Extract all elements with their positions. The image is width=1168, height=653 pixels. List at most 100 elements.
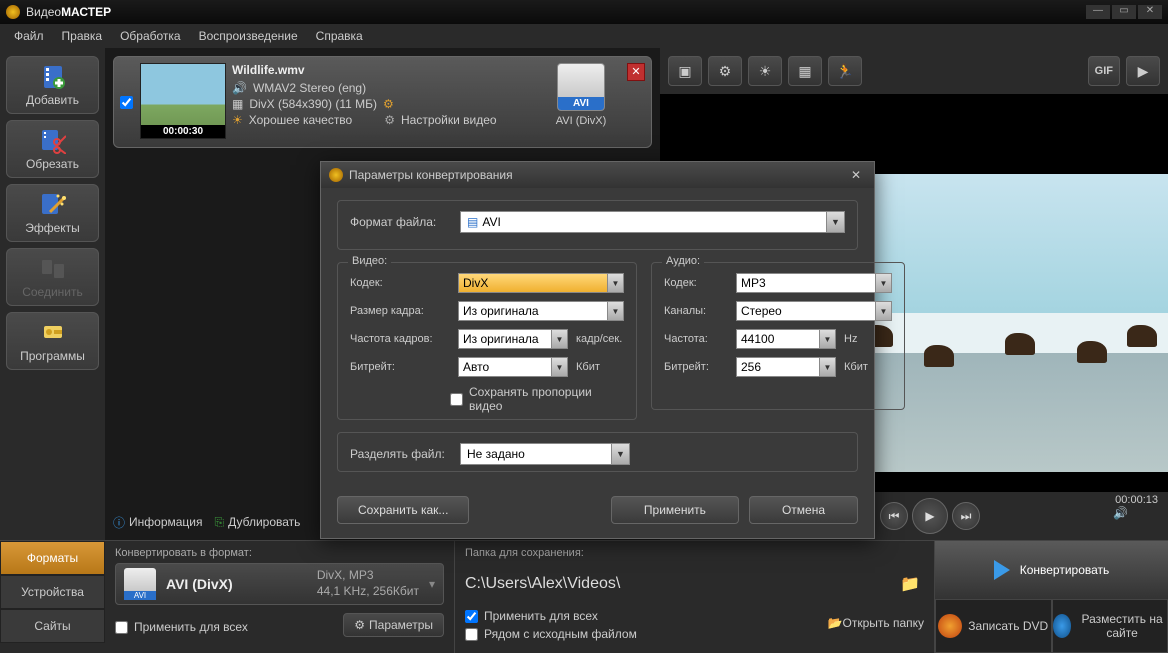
gear-icon: ⚙ — [354, 618, 365, 632]
speed-tool-button[interactable]: 🏃 — [828, 56, 862, 86]
video-fps-select[interactable]: Из оригинала▼ — [458, 329, 568, 349]
split-select[interactable]: Не задано▼ — [460, 443, 630, 465]
gear-icon: ⚙ — [384, 113, 395, 127]
dialog-titlebar[interactable]: Параметры конвертирования ✕ — [321, 162, 874, 188]
video-icon: ▦ — [232, 97, 243, 111]
menu-file[interactable]: Файл — [6, 27, 52, 45]
dialog-logo-icon — [329, 168, 343, 182]
audio-codec-select[interactable]: MP3▼ — [736, 273, 892, 293]
convert-params-dialog: Параметры конвертирования ✕ Формат файла… — [320, 161, 875, 539]
format-tabs: Форматы Устройства Сайты — [0, 541, 105, 653]
tab-formats[interactable]: Форматы — [0, 541, 105, 575]
file-settings-link[interactable]: Настройки видео — [401, 113, 497, 127]
next-button[interactable]: ⏭ — [952, 502, 980, 530]
video-size-select[interactable]: Из оригинала▼ — [458, 301, 624, 321]
file-quality: Хорошее качество — [249, 113, 352, 127]
gear-icon[interactable]: ⚙ — [383, 97, 394, 111]
scissors-icon — [39, 127, 67, 155]
sidebar-label: Программы — [20, 349, 85, 363]
file-card[interactable]: 00:00:30 Wildlife.wmv 🔊 WMAV2 Stereo (eng… — [113, 56, 652, 148]
audio-icon: 🔊 — [232, 81, 247, 95]
menu-process[interactable]: Обработка — [112, 27, 189, 45]
playback-time: 00:00:13 — [1115, 494, 1158, 506]
apply-button[interactable]: Применить — [611, 496, 739, 524]
sidebar-cut-button[interactable]: Обрезать — [6, 120, 99, 178]
duplicate-link[interactable]: ⎘Дублировать — [215, 515, 301, 530]
file-thumbnail: 00:00:30 — [140, 63, 226, 139]
wand-icon — [39, 191, 67, 219]
file-audio: WMAV2 Stereo (eng) — [253, 81, 366, 95]
burn-dvd-button[interactable]: Записать DVD — [935, 599, 1052, 653]
file-format-select[interactable]: ▤AVI▼ — [460, 211, 845, 233]
video-bitrate-select[interactable]: Авто▼ — [458, 357, 568, 377]
sidebar-add-button[interactable]: Добавить — [6, 56, 99, 114]
apply-all-check[interactable]: Применить для всех — [115, 620, 248, 634]
convert-button[interactable]: Конвертировать — [935, 541, 1168, 599]
file-remove-button[interactable]: ✕ — [627, 63, 645, 81]
dvd-icon — [938, 614, 962, 638]
film-tool-button[interactable]: ▦ — [788, 56, 822, 86]
file-format[interactable]: AVI AVI (DivX) — [541, 63, 621, 141]
crop-tool-button[interactable]: ▣ — [668, 56, 702, 86]
file-video: DivX (584x390) (11 МБ) — [249, 97, 377, 111]
save-next-to-src-check[interactable]: Рядом с исходным файлом — [465, 627, 637, 641]
sidebar-effects-button[interactable]: Эффекты — [6, 184, 99, 242]
gear-tool-button[interactable]: ⚙ — [708, 56, 742, 86]
sidebar-programs-button[interactable]: Программы — [6, 312, 99, 370]
file-format-label: Формат файла: — [350, 215, 450, 229]
info-link[interactable]: ⓘИнформация — [113, 514, 203, 531]
audio-channels-select[interactable]: Стерео▼ — [736, 301, 892, 321]
file-duration: 00:00:30 — [141, 125, 225, 138]
play-button[interactable]: ▶ — [912, 498, 948, 534]
file-name: Wildlife.wmv — [232, 63, 535, 77]
join-icon — [39, 255, 67, 283]
menu-playback[interactable]: Воспроизведение — [191, 27, 306, 45]
file-meta: Wildlife.wmv 🔊 WMAV2 Stereo (eng) ▦ DivX (… — [232, 63, 535, 141]
save-panel-header: Папка для сохранения: — [465, 547, 924, 559]
add-icon — [39, 63, 67, 91]
keep-aspect-check[interactable]: Сохранять пропорции видео — [450, 385, 624, 413]
file-checkbox[interactable] — [120, 96, 133, 109]
window-maximize-button[interactable]: ▭ — [1112, 5, 1136, 19]
dialog-title: Параметры конвертирования — [349, 168, 513, 182]
sun-icon: ☀ — [232, 113, 243, 127]
split-label: Разделять файл: — [350, 447, 450, 461]
format-caption: AVI (DivX) — [541, 115, 621, 127]
audio-bitrate-select[interactable]: 256▼ — [736, 357, 836, 377]
menubar: Файл Правка Обработка Воспроизведение Сп… — [0, 24, 1168, 48]
titlebar: ВидеоМАСТЕР — ▭ ✕ — [0, 0, 1168, 24]
app-title: ВидеоМАСТЕР — [26, 5, 111, 19]
sidebar-join-button[interactable]: Соединить — [6, 248, 99, 306]
open-folder-button[interactable]: 📂Открыть папку — [828, 616, 924, 630]
video-codec-select[interactable]: DivX▼ — [458, 273, 624, 293]
file-icon: ▤ — [467, 215, 478, 229]
format-panel-header: Конвертировать в формат: — [115, 547, 444, 559]
sidebar-label: Эффекты — [25, 221, 80, 235]
format-select-button[interactable]: AVI AVI (DivX) DivX, MP3 44,1 KHz, 256Кб… — [115, 563, 444, 605]
prev-button[interactable]: ⏮ — [880, 502, 908, 530]
snapshot-button[interactable]: ▶ — [1126, 56, 1160, 86]
chevron-down-icon: ▾ — [429, 577, 435, 591]
tab-sites[interactable]: Сайты — [0, 609, 105, 643]
format-name: AVI (DivX) — [166, 576, 307, 592]
key-icon — [39, 319, 67, 347]
cancel-button[interactable]: Отмена — [749, 496, 858, 524]
brightness-tool-button[interactable]: ☀ — [748, 56, 782, 86]
params-button[interactable]: ⚙Параметры — [343, 613, 444, 637]
volume-icon[interactable]: 🔊 — [1113, 506, 1128, 520]
window-close-button[interactable]: ✕ — [1138, 5, 1162, 19]
browse-folder-button[interactable]: 📁 — [900, 574, 924, 594]
menu-edit[interactable]: Правка — [54, 27, 111, 45]
dialog-close-button[interactable]: ✕ — [846, 168, 866, 182]
tab-devices[interactable]: Устройства — [0, 575, 105, 609]
window-minimize-button[interactable]: — — [1086, 5, 1110, 19]
save-apply-all-check[interactable]: Применить для всех — [465, 609, 637, 623]
save-path: C:\Users\Alex\Videos\ — [465, 575, 892, 593]
audio-freq-select[interactable]: 44100▼ — [736, 329, 836, 349]
upload-button[interactable]: Разместить на сайте — [1052, 599, 1168, 653]
audio-section-header: Аудио: — [662, 255, 704, 267]
save-as-button[interactable]: Сохранить как... — [337, 496, 469, 524]
menu-help[interactable]: Справка — [308, 27, 371, 45]
gif-button[interactable]: GIF — [1088, 56, 1120, 86]
format-panel: Конвертировать в формат: AVI AVI (DivX) … — [105, 541, 455, 653]
